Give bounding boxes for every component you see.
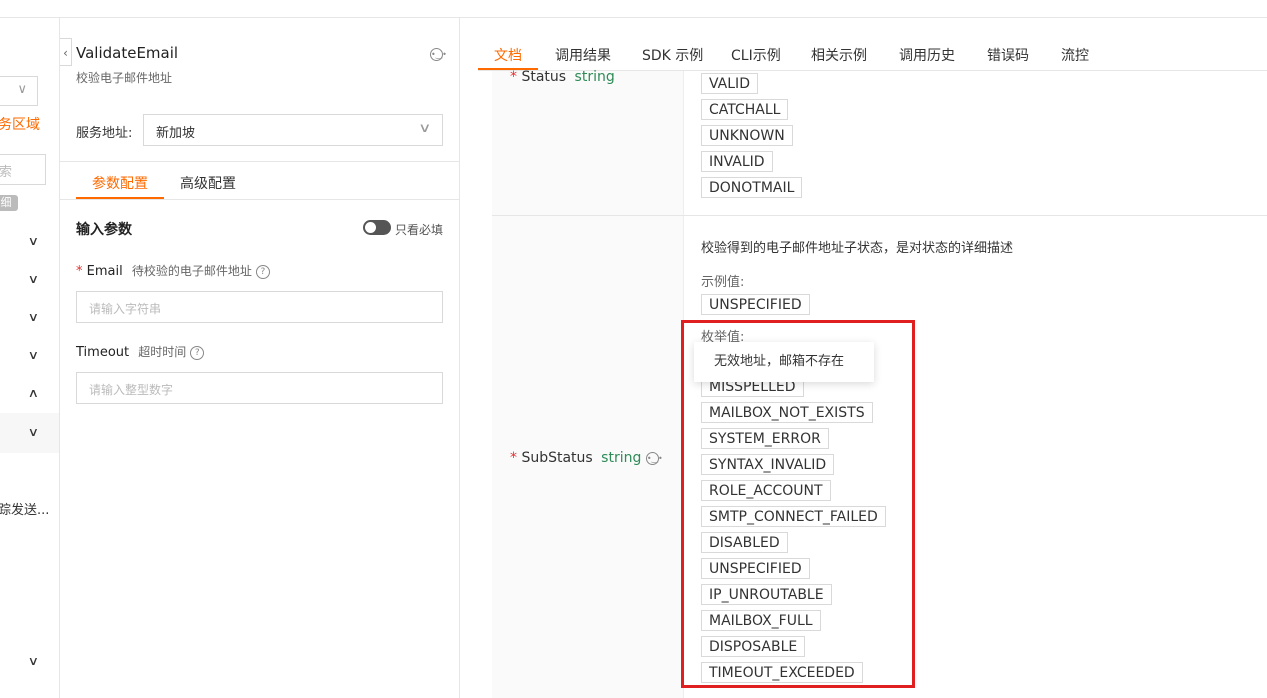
chevron-down-icon[interactable]: ∨	[28, 425, 39, 439]
tab-flow-control[interactable]: 流控	[1061, 45, 1089, 65]
chevron-down-icon: ∨	[418, 121, 432, 136]
param-name: Timeout	[76, 345, 130, 360]
row-divider	[492, 215, 1267, 217]
input-params-title: 输入参数	[76, 222, 132, 238]
tab-cli-example[interactable]: CLI示例	[731, 45, 781, 65]
timeout-placeholder: 请输入整型数字	[89, 383, 174, 397]
timeout-input[interactable]: 请输入整型数字	[76, 372, 443, 404]
email-input[interactable]: 请输入字符串	[76, 291, 443, 323]
param-email-label: * Email 待校验的电子邮件地址?	[76, 262, 270, 279]
enum-value: VALID	[701, 73, 758, 94]
required-only-label: 只看必填	[395, 223, 444, 237]
required-mark: *	[76, 264, 83, 279]
feedback-face-icon[interactable]: •‿•	[645, 451, 663, 465]
search-placeholder: 索	[0, 165, 13, 180]
divider	[60, 161, 459, 162]
example-label: 示例值:	[701, 275, 745, 290]
product-select[interactable]: ∨	[0, 76, 38, 106]
tab-error-codes[interactable]: 错误码	[987, 45, 1029, 65]
highlight-box	[681, 320, 915, 688]
field-name: Status	[521, 69, 567, 85]
field-type: string	[574, 69, 615, 85]
tab-param-config[interactable]: 参数配置	[92, 173, 148, 193]
field-name-cell	[492, 71, 684, 215]
example-value: UNSPECIFIED	[701, 294, 810, 315]
chevron-down-icon: ∨	[17, 82, 27, 97]
enum-value: CATCHALL	[701, 99, 789, 120]
help-icon[interactable]: ?	[190, 345, 205, 360]
required-mark: *	[510, 450, 517, 466]
api-description: 校验电子邮件地址	[76, 71, 173, 85]
chevron-down-icon[interactable]: ∨	[28, 234, 39, 248]
tab-related-examples[interactable]: 相关示例	[811, 45, 867, 65]
chevron-down-icon[interactable]: ∨	[28, 272, 39, 286]
service-address-select[interactable]: 新加坡 ∨	[143, 114, 443, 146]
field-substatus: * SubStatus string •‿•	[510, 450, 663, 466]
tab-call-history[interactable]: 调用历史	[899, 45, 955, 65]
collapse-panel-button[interactable]: ‹	[60, 38, 72, 66]
service-region-link[interactable]: 务区域	[0, 114, 40, 134]
chevron-down-icon[interactable]: ∨	[28, 348, 39, 362]
param-name: Email	[86, 264, 123, 279]
service-address-value: 新加坡	[156, 126, 196, 141]
tab-sdk-example[interactable]: SDK 示例	[642, 45, 703, 65]
param-desc: 待校验的电子邮件地址	[131, 264, 252, 278]
tab-call-result[interactable]: 调用结果	[555, 45, 611, 65]
help-icon[interactable]: ?	[255, 264, 270, 279]
feedback-face-icon[interactable]: •‿•	[430, 48, 447, 61]
tab-advanced-config[interactable]: 高级配置	[180, 173, 236, 193]
email-placeholder: 请输入字符串	[89, 302, 162, 316]
api-name: ValidateEmail	[76, 44, 179, 62]
field-description: 校验得到的电子邮件地址子状态，是对状态的详细描述	[701, 241, 1014, 256]
detail-tag[interactable]: 细	[0, 195, 18, 211]
tab-divider	[60, 199, 459, 200]
field-type: string	[601, 450, 642, 466]
active-tab-underline	[76, 197, 164, 199]
chevron-down-icon[interactable]: ∨	[28, 654, 39, 668]
enum-value: INVALID	[701, 151, 773, 172]
enum-value: UNKNOWN	[701, 125, 793, 146]
chevron-down-icon[interactable]: ∨	[28, 310, 39, 324]
param-timeout-label: Timeout 超时时间?	[76, 343, 205, 360]
param-desc: 超时时间	[138, 345, 187, 359]
service-address-label: 服务地址:	[76, 126, 133, 141]
toggle-knob	[365, 222, 376, 233]
field-name: SubStatus	[521, 450, 593, 466]
tab-docs[interactable]: 文档	[494, 45, 522, 65]
required-only-toggle[interactable]	[363, 220, 391, 235]
enum-value: DONOTMAIL	[701, 177, 803, 198]
api-search-input[interactable]: 索	[0, 154, 46, 185]
chevron-up-icon[interactable]: ∧	[28, 386, 39, 400]
left-nav-strip: ∨ 务区域 索 细 ∨ ∨ ∨ ∨ ∧ ∨ 踪发送... ∨	[0, 18, 60, 698]
nav-item-truncated[interactable]: 踪发送...	[0, 499, 49, 518]
required-mark: *	[510, 69, 517, 85]
field-status: * Status string	[510, 69, 615, 85]
